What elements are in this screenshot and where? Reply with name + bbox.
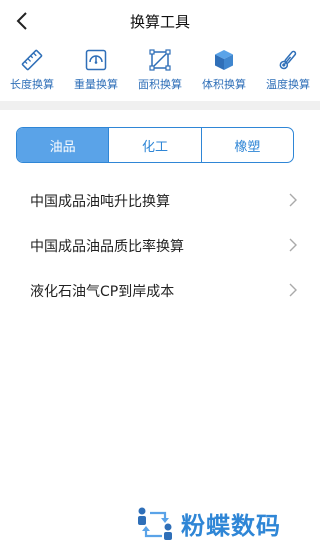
tool-length[interactable]: 长度换算 [0,44,64,100]
tool-label: 长度换算 [10,78,54,91]
header: 换算工具 [0,0,320,44]
tool-volume[interactable]: 体积换算 [192,44,256,100]
scale-icon [85,49,107,71]
tool-label: 重量换算 [74,78,118,91]
list-item-label: 液化石油气CP到岸成本 [30,283,175,300]
tool-label: 体积换算 [202,78,246,91]
tool-label: 温度换算 [266,78,310,91]
list-item[interactable]: 液化石油气CP到岸成本 [0,268,320,313]
page-title: 换算工具 [129,13,190,31]
list-item-label: 中国成品油吨升比换算 [30,193,170,210]
transfer-people-icon [138,507,172,540]
list-item[interactable]: 中国成品油吨升比换算 [0,178,320,223]
tool-weight[interactable]: 重量换算 [64,44,128,100]
tool-temperature[interactable]: 温度换算 [256,44,320,100]
tool-label: 面积换算 [138,78,182,91]
brand-name: 粉蝶数码 [181,511,281,540]
tool-area[interactable]: 面积换算 [128,44,192,100]
list-item-label: 中国成品油品质比率换算 [30,238,184,255]
tab-rubber-plastic[interactable]: 橡塑 [200,128,293,162]
tool-bar: 长度换算 重量换算 面积换算 体积换算 温度换算 [0,44,320,100]
chevron-right-icon [289,238,297,252]
chevron-right-icon [289,283,297,297]
cube-icon [215,50,233,70]
section-divider [0,101,320,110]
tab-oil[interactable]: 油品 [17,128,109,162]
thermometer-icon [279,50,297,70]
category-tabs: 油品 化工 橡塑 [16,127,294,163]
conversion-list: 中国成品油吨升比换算 中国成品油品质比率换算 液化石油气CP到岸成本 [0,178,320,313]
area-icon [149,49,171,71]
tab-chemical[interactable]: 化工 [108,128,200,162]
ruler-icon [21,49,43,71]
chevron-right-icon [289,193,297,207]
watermark: 粉蝶数码 [135,505,281,541]
list-item[interactable]: 中国成品油品质比率换算 [0,223,320,268]
